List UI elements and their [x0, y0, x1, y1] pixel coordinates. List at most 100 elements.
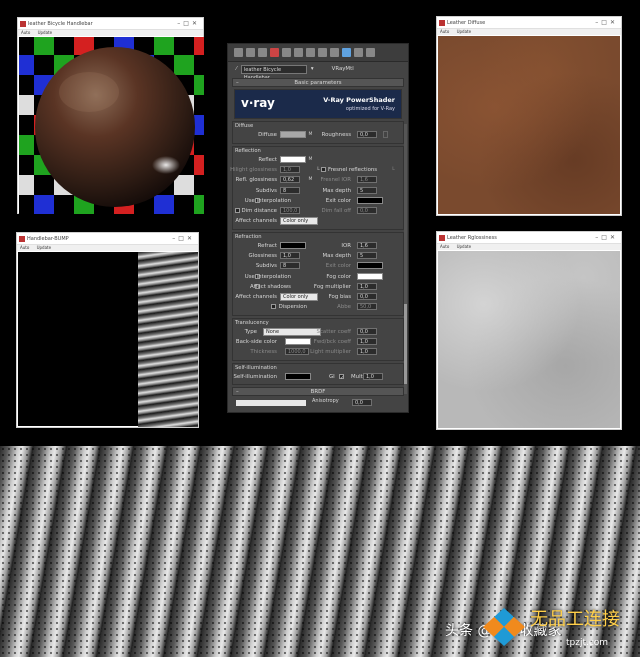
roughness-map-button[interactable]: [383, 131, 388, 138]
basic-parameters-rollout[interactable]: – Basic parameters: [232, 78, 404, 87]
reflection-section-title: Reflection: [235, 148, 261, 154]
fresnel-lock-button[interactable]: L: [391, 166, 396, 173]
window-controls[interactable]: –□✕: [595, 17, 618, 28]
checker-cell: [19, 55, 34, 75]
refl-affect-dropdown[interactable]: Color only: [280, 217, 318, 226]
window-controls[interactable]: –□✕: [177, 18, 200, 29]
checker-cell: [194, 115, 204, 135]
pick-material-icon[interactable]: ⁄: [236, 66, 237, 72]
material-preview-window[interactable]: leather Bicycle Handlebar –□✕ Auto Updat…: [17, 17, 204, 214]
refl-exit-swatch[interactable]: [357, 196, 383, 204]
go-sibling-icon[interactable]: [366, 48, 375, 57]
put-to-scene-icon[interactable]: [246, 48, 255, 57]
menu-auto[interactable]: Auto: [21, 30, 30, 35]
fresnel-checkbox[interactable]: [321, 167, 326, 173]
refr-gloss-field[interactable]: 1,0: [280, 252, 300, 260]
window-controls[interactable]: –□✕: [595, 232, 618, 243]
fog-mult-field[interactable]: 1,0: [357, 282, 377, 290]
anisotropy-field[interactable]: 0,0: [352, 399, 372, 406]
roughness-field[interactable]: 0,0: [357, 131, 377, 138]
backside-swatch[interactable]: [285, 338, 311, 346]
put-to-library-icon[interactable]: [306, 48, 315, 57]
refl-gloss-map-button[interactable]: M: [308, 176, 313, 183]
go-parent-icon[interactable]: [354, 48, 363, 57]
gi-checkbox[interactable]: ✓: [339, 374, 345, 381]
name-dropdown-icon[interactable]: ▾: [311, 66, 314, 72]
menu-update[interactable]: Update: [38, 30, 53, 35]
diffuse-color-swatch[interactable]: [280, 131, 306, 138]
menu-auto[interactable]: Auto: [440, 244, 449, 249]
scatter-field[interactable]: 0,0: [357, 328, 377, 335]
make-unique-icon[interactable]: [294, 48, 303, 57]
brdf-type-bar[interactable]: [236, 400, 306, 406]
abbe-label: Abbe: [337, 304, 351, 311]
fwd-field[interactable]: 1,0: [357, 338, 377, 346]
window-controls[interactable]: –□✕: [172, 233, 195, 244]
dim-falloff-field[interactable]: 0,0: [357, 206, 377, 214]
show-map-icon[interactable]: [330, 48, 339, 57]
reflection-section: Reflection Reflect M Hilight glossiness …: [230, 146, 404, 230]
material-name-field[interactable]: leather Bicycle Handlebar: [240, 64, 307, 81]
anisotropy-label: Anisotropy: [312, 398, 339, 404]
dim-distance-field[interactable]: 100,0: [280, 206, 300, 214]
thickness-field[interactable]: 1000,0: [285, 348, 309, 356]
reflect-color-swatch[interactable]: [280, 156, 306, 163]
light-mult-field[interactable]: 1,0: [357, 348, 377, 356]
dim-distance-checkbox[interactable]: [235, 207, 240, 213]
checker-cell: [19, 37, 34, 55]
editor-scrollbar[interactable]: [404, 124, 407, 394]
refract-color-swatch[interactable]: [280, 242, 306, 249]
refr-subdivs-field[interactable]: 8: [280, 262, 300, 270]
refl-subdivs-field[interactable]: 8: [280, 186, 300, 194]
ior-field[interactable]: 1,6: [357, 242, 377, 249]
material-id-icon[interactable]: [318, 48, 327, 57]
get-material-icon[interactable]: [234, 48, 243, 57]
make-copy-icon[interactable]: [282, 48, 291, 57]
fresnel-ior-field[interactable]: 1,6: [357, 176, 377, 184]
refl-interp-label: Use interpolation: [244, 197, 291, 204]
checker-cell: [34, 175, 54, 195]
fog-color-swatch[interactable]: [357, 272, 383, 280]
refl-max-depth-field[interactable]: 5: [357, 186, 377, 194]
vray-logo: v·ray V-Ray PowerShader optimized for V-…: [234, 89, 402, 119]
brdf-rollout[interactable]: – BRDF: [232, 387, 404, 396]
self-illum-mult-field[interactable]: 1,0: [363, 373, 383, 380]
diffuse-map-button[interactable]: M: [308, 131, 313, 138]
assign-material-icon[interactable]: [258, 48, 267, 57]
app-icon: [19, 236, 25, 242]
refr-exit-swatch[interactable]: [357, 262, 383, 270]
hilight-field[interactable]: 1,0: [280, 166, 300, 174]
scrollbar-thumb[interactable]: [404, 304, 407, 384]
fog-bias-field[interactable]: 0,0: [357, 292, 377, 300]
fresnel-label: Fresnel reflections: [328, 167, 378, 174]
refr-max-depth-field[interactable]: 5: [357, 252, 377, 260]
fresnel-ior-label: Fresnel IOR: [320, 177, 351, 184]
refl-gloss-label: Refl. glossiness: [235, 177, 277, 184]
bump-map-window[interactable]: Handlebar-BUMP –□✕ Auto Update: [16, 232, 199, 428]
diffuse-map-window[interactable]: Leather Diffuse –□✕ Auto Update: [436, 16, 622, 216]
reflect-map-button[interactable]: M: [308, 156, 313, 163]
diffuse-label: Diffuse: [258, 132, 277, 138]
refl-gloss-field[interactable]: 0,62: [280, 176, 300, 184]
refl-max-depth-label: Max depth: [322, 187, 351, 194]
menu-auto[interactable]: Auto: [20, 245, 29, 250]
checker-cell: [194, 175, 204, 195]
abbe-field[interactable]: 50,0: [357, 303, 377, 311]
menu-auto[interactable]: Auto: [440, 29, 449, 34]
basic-parameters-label: Basic parameters: [294, 80, 342, 86]
refr-affect-dropdown[interactable]: Color only: [280, 292, 318, 301]
material-type-button[interactable]: VRayMtl: [332, 66, 354, 72]
dispersion-checkbox[interactable]: [271, 304, 276, 310]
material-sphere: [35, 47, 195, 207]
preview-canvas: [19, 37, 204, 214]
menu-update[interactable]: Update: [37, 245, 52, 250]
glossiness-map-window[interactable]: Leather Rglossiness –□✕ Auto Update: [436, 231, 622, 430]
reset-icon[interactable]: [270, 48, 279, 57]
show-shaded-icon[interactable]: [342, 48, 351, 57]
self-illum-swatch[interactable]: [285, 373, 311, 380]
menu-update[interactable]: Update: [457, 29, 472, 34]
menu-update[interactable]: Update: [457, 244, 472, 249]
checker-cell: [154, 195, 174, 214]
transl-type-dropdown[interactable]: None: [263, 328, 321, 336]
gi-label: GI: [329, 374, 335, 380]
